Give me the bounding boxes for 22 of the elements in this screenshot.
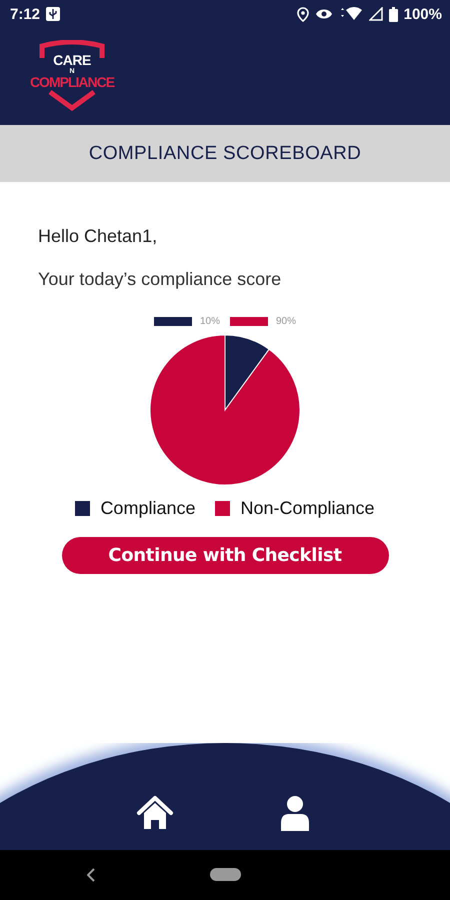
- wifi-icon: [338, 7, 363, 21]
- legend-label: Compliance: [100, 498, 196, 519]
- greeting-text: Hello Chetan1,: [38, 226, 158, 247]
- logo-text: COMPLIANCE: [28, 75, 116, 89]
- logo-text: CARE: [52, 53, 92, 67]
- eye-icon: [314, 8, 333, 20]
- signal-icon: [368, 7, 383, 21]
- home-icon[interactable]: [136, 795, 174, 831]
- value-label: 10%: [200, 316, 220, 326]
- status-time: 7:12: [10, 6, 40, 22]
- page-title: COMPLIANCE SCOREBOARD: [88, 142, 362, 164]
- continue-button[interactable]: Continue with Checklist: [62, 537, 388, 574]
- subtitle-text: Your today’s compliance score: [38, 269, 282, 290]
- value-label: 90%: [276, 316, 296, 326]
- back-icon[interactable]: [87, 868, 95, 882]
- battery-level: 100%: [404, 6, 442, 22]
- location-icon: [296, 6, 309, 22]
- usb-icon: [46, 7, 60, 21]
- home-pill-icon[interactable]: [210, 868, 241, 881]
- battery-icon: [388, 6, 398, 22]
- legend-label: Non-Compliance: [240, 498, 375, 519]
- profile-icon[interactable]: [280, 795, 310, 831]
